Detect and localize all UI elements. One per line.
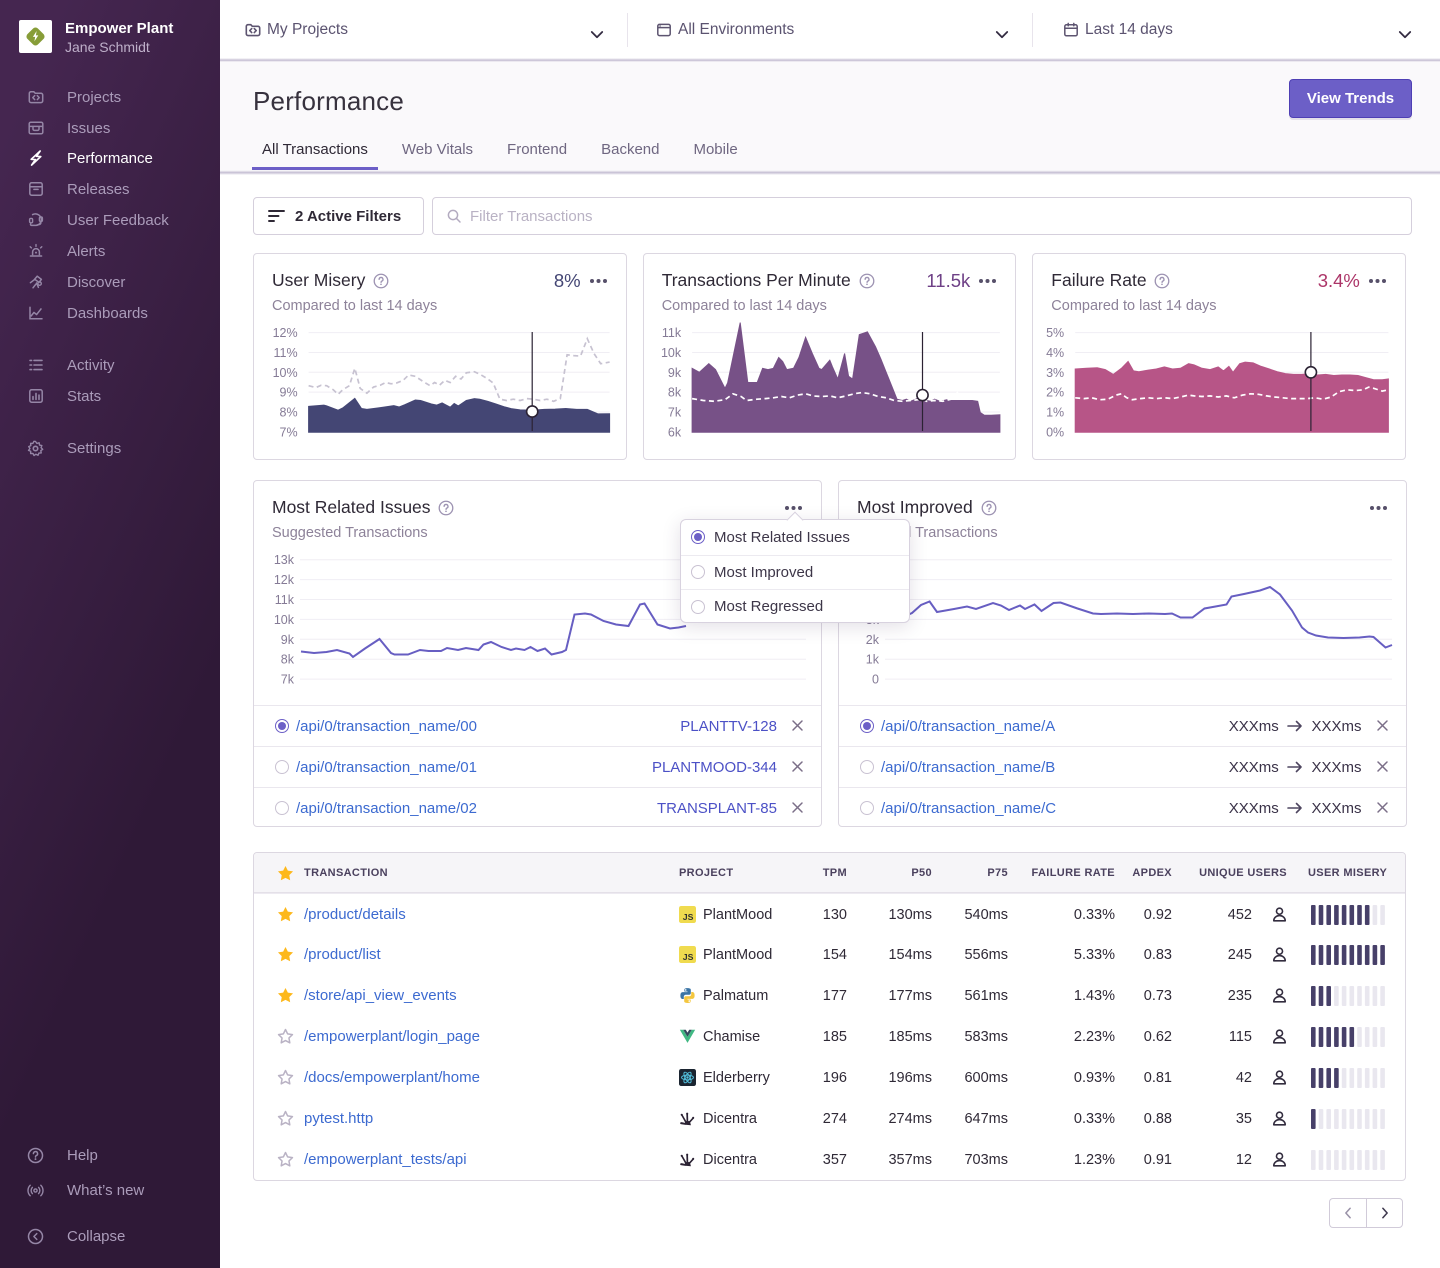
svg-text:9k: 9k (668, 366, 682, 380)
svg-text:0%: 0% (1046, 425, 1064, 439)
svg-text:7k: 7k (668, 405, 682, 419)
svg-text:12k: 12k (274, 573, 295, 587)
svg-text:2k: 2k (866, 633, 880, 647)
svg-text:9k: 9k (281, 633, 295, 647)
svg-text:0: 0 (872, 673, 879, 687)
svg-text:8%: 8% (280, 405, 298, 419)
svg-text:11%: 11% (274, 346, 298, 360)
svg-text:5%: 5% (1046, 326, 1064, 340)
svg-text:6k: 6k (668, 425, 682, 439)
svg-text:10k: 10k (661, 346, 682, 360)
svg-text:13k: 13k (274, 553, 295, 567)
svg-text:JS: JS (683, 952, 694, 962)
svg-text:2%: 2% (1046, 386, 1064, 400)
svg-text:9%: 9% (280, 386, 298, 400)
svg-text:10%: 10% (273, 366, 298, 380)
svg-text:11k: 11k (662, 326, 682, 340)
svg-text:1k: 1k (866, 653, 880, 667)
svg-text:8k: 8k (668, 386, 682, 400)
svg-text:8k: 8k (281, 653, 295, 667)
svg-text:4%: 4% (1046, 346, 1064, 360)
svg-text:10k: 10k (274, 613, 295, 627)
svg-text:3%: 3% (1046, 366, 1064, 380)
svg-text:7%: 7% (280, 425, 298, 439)
svg-text:JS: JS (683, 912, 694, 922)
svg-text:7k: 7k (281, 673, 295, 687)
svg-text:1%: 1% (1046, 405, 1064, 419)
svg-text:12%: 12% (273, 326, 298, 340)
svg-text:11k: 11k (275, 593, 295, 607)
